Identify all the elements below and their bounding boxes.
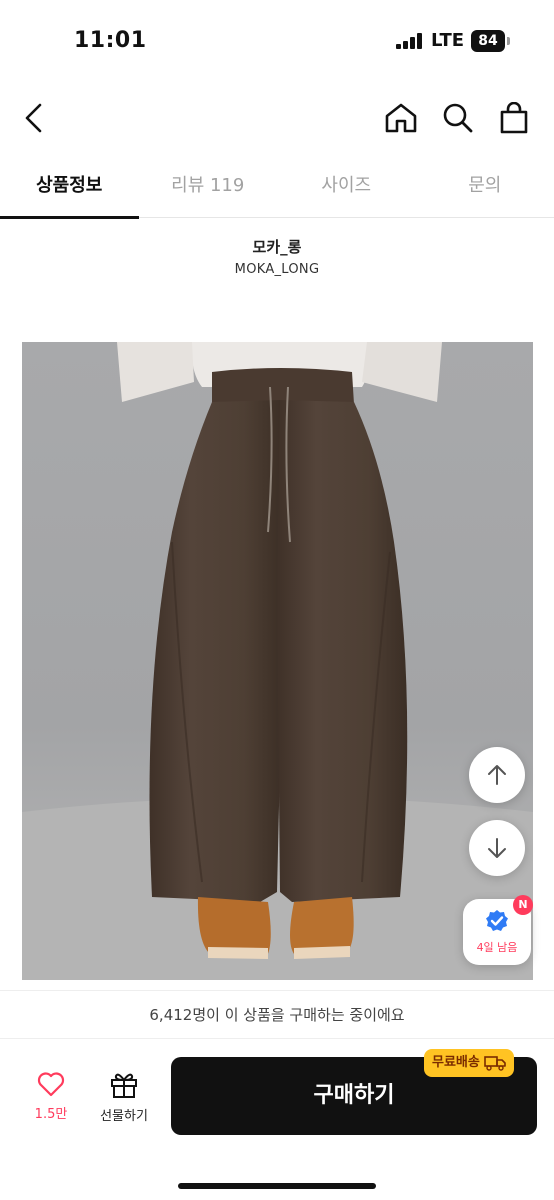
brand-name-en: MOKA_LONG: [234, 262, 320, 277]
tab-size[interactable]: 사이즈: [277, 158, 416, 217]
home-button[interactable]: [381, 98, 421, 138]
home-icon: [385, 103, 417, 133]
chevron-left-icon: [25, 103, 42, 133]
like-button[interactable]: 1.5만: [22, 1071, 80, 1131]
status-bar: 11:01 LTE 84: [0, 0, 554, 84]
truck-icon: [484, 1056, 506, 1071]
gift-label: 선물하기: [100, 1109, 148, 1124]
gift-icon: [111, 1073, 137, 1098]
back-button[interactable]: [14, 98, 54, 138]
tab-product-info[interactable]: 상품정보: [0, 158, 139, 219]
free-shipping-badge: 무료배송: [424, 1049, 514, 1077]
new-badge: N: [513, 895, 533, 915]
like-count: 1.5만: [34, 1107, 68, 1122]
gift-button[interactable]: 선물하기: [88, 1071, 160, 1131]
arrow-up-icon: [488, 765, 506, 785]
verified-badge-icon: [486, 910, 508, 931]
shopping-bag-icon: [500, 102, 528, 134]
cart-button[interactable]: [494, 98, 534, 138]
battery-icon: 84: [471, 30, 505, 52]
coupon-remaining: 4일 남음: [476, 941, 518, 954]
product-image[interactable]: [22, 342, 533, 980]
purchasing-notice: 6,412명이 이 상품을 구매하는 중이에요: [0, 990, 554, 1038]
bottom-action-bar: 1.5만 선물하기 구매하기 무료배송: [0, 1038, 554, 1200]
status-time: 11:01: [74, 28, 147, 53]
battery-tip: [507, 37, 510, 45]
tab-bar: 상품정보 리뷰 119 사이즈 문의: [0, 158, 554, 219]
network-label: LTE: [431, 30, 465, 51]
scroll-up-button[interactable]: [469, 747, 525, 803]
brand-name: 모카_롱: [252, 238, 302, 256]
signal-icon: [396, 33, 422, 49]
tab-inquiry[interactable]: 문의: [416, 158, 554, 217]
heart-icon: [37, 1072, 65, 1097]
scroll-down-button[interactable]: [469, 820, 525, 876]
free-shipping-label: 무료배송: [432, 1055, 480, 1070]
nav-header: [0, 84, 554, 154]
arrow-down-icon: [488, 838, 506, 858]
tab-reviews[interactable]: 리뷰 119: [139, 158, 278, 217]
home-indicator: [178, 1183, 376, 1189]
product-photo-illustration: [22, 342, 533, 980]
search-button[interactable]: [438, 98, 478, 138]
search-icon: [443, 103, 473, 133]
